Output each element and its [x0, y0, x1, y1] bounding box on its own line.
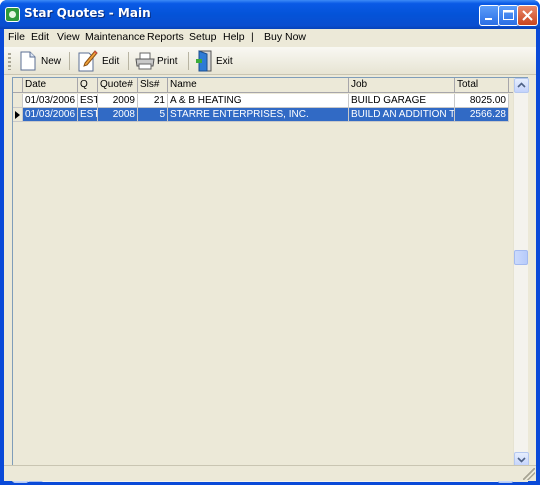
- print-button[interactable]: Print: [135, 50, 183, 72]
- minimize-icon: [485, 18, 492, 20]
- current-row-arrow-icon: [15, 111, 20, 119]
- minimize-button[interactable]: [479, 5, 500, 26]
- col-header-sls[interactable]: Sls#: [138, 78, 168, 93]
- exit-label: Exit: [216, 56, 233, 67]
- menu-view[interactable]: View: [57, 31, 80, 43]
- cell-date[interactable]: 01/03/2006: [23, 94, 78, 108]
- col-header-q[interactable]: Q: [78, 78, 98, 93]
- new-button[interactable]: New: [18, 50, 62, 72]
- vertical-scroll-thumb[interactable]: [514, 250, 528, 265]
- maximize-icon: [503, 10, 514, 20]
- exit-button[interactable]: Exit: [195, 50, 237, 72]
- row-selector[interactable]: [13, 108, 23, 122]
- cell-job[interactable]: BUILD AN ADDITION TO THE BACK OF THE: [349, 108, 455, 122]
- table-row[interactable]: 01/03/2006 EST 2009 21 A & B HEATING BUI…: [13, 94, 513, 108]
- col-header-total[interactable]: Total: [455, 78, 509, 93]
- cell-q[interactable]: EST: [78, 94, 98, 108]
- menu-help[interactable]: Help: [223, 31, 245, 43]
- resize-grip-icon[interactable]: [523, 468, 535, 480]
- window-title: Star Quotes - Main: [24, 6, 151, 20]
- row-selector-header: [13, 78, 23, 93]
- chevron-up-icon: [517, 82, 526, 88]
- toolbar-separator: [128, 52, 129, 70]
- cell-date[interactable]: 01/03/2006: [23, 108, 78, 122]
- cell-sls[interactable]: 21: [138, 94, 168, 108]
- menu-file[interactable]: File: [8, 31, 25, 43]
- cell-name[interactable]: STARRE ENTERPRISES, INC.: [168, 108, 349, 122]
- menu-separator: |: [251, 31, 254, 43]
- cell-job[interactable]: BUILD GARAGE: [349, 94, 455, 108]
- close-button[interactable]: [517, 5, 538, 26]
- toolbar: New Edit Print Exit: [4, 47, 536, 75]
- client-area: File Edit View Maintenance Reports Setup…: [4, 29, 536, 483]
- scroll-up-button[interactable]: [514, 78, 529, 93]
- toolbar-grip[interactable]: [8, 53, 11, 70]
- maximize-button[interactable]: [498, 5, 519, 26]
- vertical-scrollbar[interactable]: [513, 78, 529, 467]
- toolbar-separator: [69, 52, 70, 70]
- col-header-date[interactable]: Date: [23, 78, 78, 93]
- menu-bar: File Edit View Maintenance Reports Setup…: [4, 29, 536, 47]
- grid-body: Date Q Quote# Sls# Name Job Total 01/03/…: [13, 78, 513, 467]
- cell-total[interactable]: 2566.28: [455, 108, 509, 122]
- edit-label: Edit: [102, 56, 120, 67]
- menu-buy-now[interactable]: Buy Now: [264, 31, 306, 43]
- menu-maintenance[interactable]: Maintenance: [85, 31, 145, 43]
- new-document-icon: [20, 51, 36, 71]
- table-row-selected[interactable]: 01/03/2006 EST 2008 5 STARRE ENTERPRISES…: [13, 108, 513, 122]
- cell-q[interactable]: EST: [78, 108, 98, 122]
- printer-icon: [135, 52, 155, 70]
- print-label: Print: [157, 56, 178, 67]
- row-selector[interactable]: [13, 94, 23, 108]
- grid-header: Date Q Quote# Sls# Name Job Total: [13, 78, 513, 93]
- col-header-name[interactable]: Name: [168, 78, 349, 93]
- menu-reports[interactable]: Reports: [147, 31, 184, 43]
- menu-edit[interactable]: Edit: [31, 31, 49, 43]
- app-icon[interactable]: [5, 7, 20, 22]
- edit-button[interactable]: Edit: [77, 50, 121, 72]
- quotes-grid: Date Q Quote# Sls# Name Job Total 01/03/…: [12, 77, 529, 483]
- cell-total[interactable]: 8025.00: [455, 94, 509, 108]
- exit-door-icon: [196, 50, 212, 72]
- close-icon: [522, 10, 533, 21]
- cell-name[interactable]: A & B HEATING: [168, 94, 349, 108]
- status-bar: [4, 465, 536, 481]
- cell-quote[interactable]: 2009: [98, 94, 138, 108]
- menu-setup[interactable]: Setup: [189, 31, 216, 43]
- cell-quote[interactable]: 2008: [98, 108, 138, 122]
- col-header-quote[interactable]: Quote#: [98, 78, 138, 93]
- new-label: New: [41, 56, 62, 67]
- toolbar-separator: [188, 52, 189, 70]
- cell-sls[interactable]: 5: [138, 108, 168, 122]
- col-header-job[interactable]: Job: [349, 78, 455, 93]
- title-bar[interactable]: Star Quotes - Main: [0, 0, 540, 29]
- edit-pencil-icon: [78, 50, 98, 72]
- main-window: Star Quotes - Main File Edit View Mainte…: [0, 0, 540, 485]
